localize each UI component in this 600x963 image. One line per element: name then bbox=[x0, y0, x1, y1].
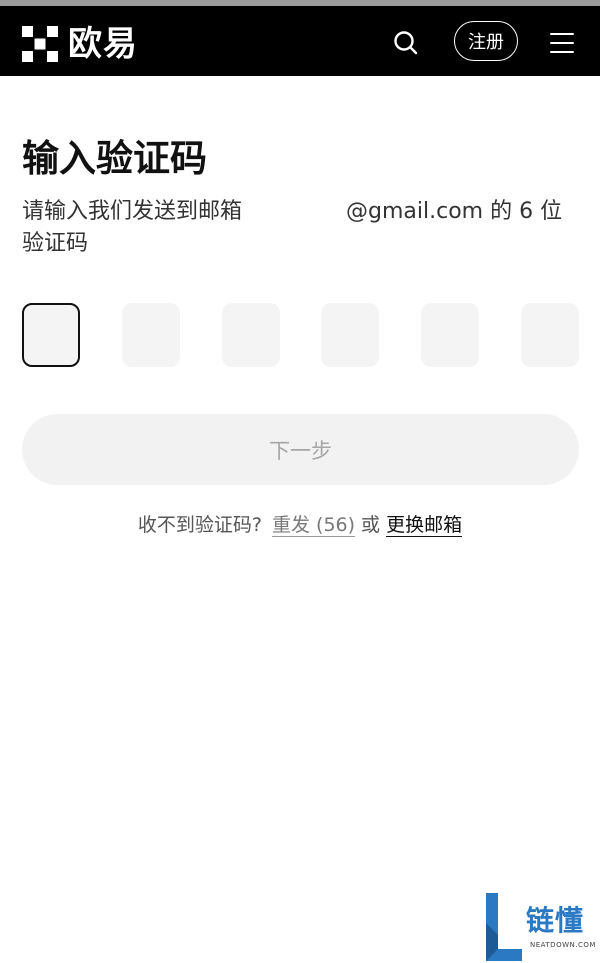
code-digit-3[interactable] bbox=[221, 303, 280, 367]
okx-logo-icon bbox=[22, 26, 58, 62]
code-digit-2[interactable] bbox=[121, 303, 180, 367]
change-email-link[interactable]: 更换邮箱 bbox=[386, 514, 463, 537]
search-button[interactable] bbox=[392, 29, 420, 57]
resend-helper: 收不到验证码? 重发 (56) 或更换邮箱 bbox=[0, 510, 600, 540]
watermark: 链懂 NEATDOWN.COM bbox=[486, 893, 598, 961]
brand-name: 欧易 bbox=[68, 24, 138, 64]
next-step-button[interactable]: 下一步 bbox=[22, 414, 579, 485]
email-suffix: @gmail.com bbox=[346, 199, 484, 224]
resend-link[interactable]: 重发 (56) bbox=[272, 514, 356, 537]
code-digit-1[interactable] bbox=[22, 303, 80, 367]
register-button[interactable]: 注册 bbox=[454, 21, 518, 61]
search-icon bbox=[394, 31, 418, 55]
code-input-group bbox=[22, 303, 579, 369]
or-label: 或 bbox=[361, 514, 381, 536]
top-nav-bar: 欧易 注册 bbox=[0, 6, 600, 76]
masked-email bbox=[242, 201, 347, 223]
verification-description: 请输入我们发送到邮箱 @gmail.com 的 6 位验证码 bbox=[22, 196, 582, 260]
code-digit-6[interactable] bbox=[521, 303, 579, 367]
code-digit-4[interactable] bbox=[321, 303, 380, 367]
page-title: 输入验证码 bbox=[22, 137, 207, 180]
watermark-subtext: NEATDOWN.COM bbox=[530, 941, 596, 949]
description-prefix: 请输入我们发送到邮箱 bbox=[22, 199, 243, 224]
hamburger-menu-icon[interactable] bbox=[550, 33, 574, 55]
no-code-prompt: 收不到验证码? bbox=[137, 514, 262, 536]
code-digit-5[interactable] bbox=[421, 303, 480, 367]
watermark-text: 链懂 bbox=[526, 904, 585, 937]
brand-logo[interactable]: 欧易 bbox=[22, 24, 138, 64]
watermark-logo-icon bbox=[486, 893, 522, 961]
